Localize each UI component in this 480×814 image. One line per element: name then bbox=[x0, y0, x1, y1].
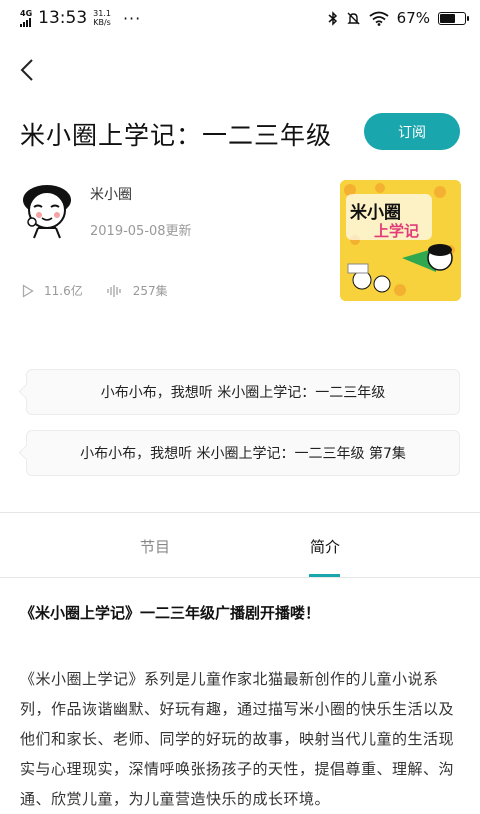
voice-suggestion-text: 小布小布，我想听 米小圈上学记：一二三年级 第7集 bbox=[80, 446, 406, 462]
episode-count: 257集 bbox=[107, 282, 168, 299]
tab-intro[interactable]: 简介 bbox=[310, 536, 340, 557]
intro-body: 《米小圈上学记》系列是儿童作家北猫最新创作的儿童小说系列，作品诙谐幽默、好玩有趣… bbox=[20, 670, 455, 808]
album-title: 米小圈上学记：一二三年级 bbox=[20, 121, 333, 150]
play-count-value: 11.6亿 bbox=[44, 284, 83, 298]
cover-title-logo: 米小圈 bbox=[350, 202, 401, 223]
status-bar: 4G 13:53 31.1 KB/s ··· 67% bbox=[0, 0, 480, 38]
tab-episodes[interactable]: 节目 bbox=[140, 536, 170, 557]
voice-suggestion[interactable]: 小布小布，我想听 米小圈上学记：一二三年级 bbox=[26, 369, 460, 415]
clock: 13:53 bbox=[38, 8, 88, 28]
audio-wave-icon bbox=[107, 284, 121, 297]
network-type: 4G bbox=[20, 9, 33, 18]
album-cover[interactable]: 米小圈 上学记 bbox=[340, 180, 461, 301]
more-notifications-icon: ··· bbox=[122, 8, 142, 28]
cover-illustration: 米小圈 上学记 bbox=[340, 180, 461, 301]
bluetooth-icon bbox=[328, 10, 337, 26]
network-speed: 31.1 KB/s bbox=[93, 9, 111, 27]
svg-text:上学记: 上学记 bbox=[374, 222, 419, 240]
episode-count-value: 257集 bbox=[132, 284, 168, 298]
voice-suggestion-text: 小布小布，我想听 米小圈上学记：一二三年级 bbox=[100, 385, 386, 401]
subscribe-button[interactable]: 订阅 bbox=[364, 113, 460, 150]
update-date: 2019-05-08更新 bbox=[90, 224, 192, 239]
tabs-top-divider bbox=[0, 512, 480, 513]
play-count: 11.6亿 bbox=[22, 282, 83, 299]
battery-percent: 67% bbox=[396, 9, 430, 27]
intro-heading: 《米小圈上学记》一二三年级广播剧开播喽！ bbox=[20, 604, 321, 622]
battery-icon bbox=[438, 11, 469, 25]
tabs-bottom-divider bbox=[0, 577, 480, 578]
play-icon bbox=[22, 283, 34, 298]
voice-suggestion[interactable]: 小布小布，我想听 米小圈上学记：一二三年级 第7集 bbox=[26, 430, 460, 476]
speed-value: 31.1 bbox=[93, 9, 111, 18]
speed-unit: KB/s bbox=[93, 18, 111, 27]
wifi-icon bbox=[369, 11, 389, 26]
mute-bell-icon bbox=[346, 12, 360, 24]
signal-icon: 4G bbox=[20, 9, 32, 27]
author-avatar[interactable] bbox=[20, 180, 78, 240]
battery-level bbox=[440, 13, 456, 23]
back-icon[interactable] bbox=[16, 56, 40, 84]
author-name[interactable]: 米小圈 bbox=[90, 184, 132, 204]
album-stats: 11.6亿 257集 bbox=[22, 282, 192, 299]
